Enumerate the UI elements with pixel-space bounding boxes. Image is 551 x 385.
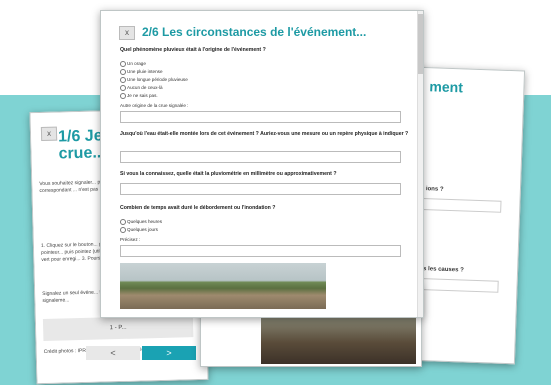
radio-option[interactable]: Aucun de ceux-là <box>120 85 163 91</box>
step1-band: 1 - P... <box>42 315 194 342</box>
precisez-input[interactable] <box>120 245 401 257</box>
precisez-label: Précisez : <box>120 237 141 242</box>
next-button[interactable]: > <box>142 346 196 360</box>
radio-option[interactable]: Un orage <box>120 61 146 67</box>
step2-window: x 2/6 Les circonstances de l'événement..… <box>100 10 424 318</box>
close-icon[interactable]: x <box>119 26 135 40</box>
radio-option[interactable]: Quelques jours <box>120 227 158 233</box>
other-origin-label: Autre origine de la crue signalée : <box>120 103 189 108</box>
question-phenomenon: Quel phénomène pluvieux était à l'origin… <box>120 47 266 53</box>
radio-option[interactable]: Je ne sais pas. <box>120 93 158 99</box>
flood-photo <box>120 263 326 309</box>
step3-question-b: s les causes ? <box>422 266 464 274</box>
close-icon[interactable]: x <box>40 126 58 141</box>
flood-photo-back <box>261 316 416 364</box>
radio-option[interactable]: Une longue période pluvieuse <box>120 77 188 83</box>
scrollbar[interactable] <box>417 11 423 317</box>
question-rainfall: Si vous la connaissez, quelle était la p… <box>120 171 337 177</box>
radio-option[interactable]: Quelques heures <box>120 219 162 225</box>
step3-question-a: ions ? <box>425 186 444 193</box>
step2-title: 2/6 Les circonstances de l'événement... <box>142 25 367 39</box>
radio-option[interactable]: Une pluie intense <box>120 69 163 75</box>
water-level-input[interactable] <box>120 151 401 163</box>
step3-title: ment <box>429 78 464 96</box>
scrollbar-thumb[interactable] <box>418 14 423 74</box>
rainfall-input[interactable] <box>120 183 401 195</box>
question-duration: Combien de temps avait duré le débordeme… <box>120 205 276 211</box>
other-origin-input[interactable] <box>120 111 401 123</box>
previous-button[interactable]: < <box>86 346 140 360</box>
question-water-level: Jusqu'où l'eau était-elle montée lors de… <box>120 131 409 137</box>
